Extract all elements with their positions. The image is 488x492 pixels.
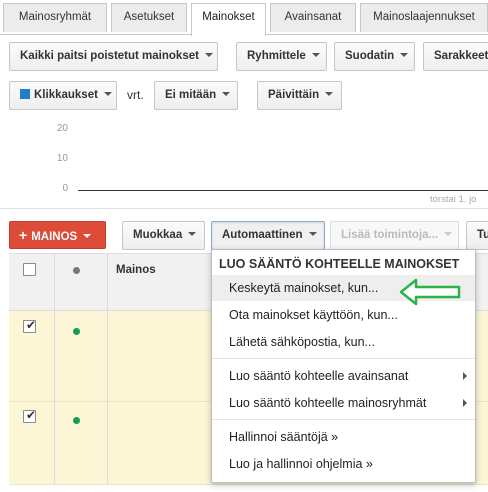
columns-label: Sarakkeet	[434, 50, 488, 62]
filter-label: Suodatin	[345, 50, 395, 62]
more-actions-dropdown[interactable]: Lisää toimintoja...	[330, 221, 459, 250]
row-checkbox[interactable]: ✔	[23, 408, 37, 423]
menu-divider	[212, 358, 475, 359]
versus-label: vrt.	[127, 88, 144, 102]
tab-ad-groups[interactable]: Mainosryhmät	[3, 3, 107, 32]
add-ad-label: MAINOS	[31, 231, 78, 243]
chevron-down-icon	[308, 231, 317, 236]
metric1-label: Klikkaukset	[34, 89, 98, 101]
column-divider	[107, 253, 108, 485]
tab-bar: Mainosryhmät Asetukset Mainokset Avainsa…	[0, 0, 488, 36]
metric2-dropdown[interactable]: Ei mitään	[154, 81, 238, 110]
series-line	[78, 190, 488, 191]
chevron-down-icon	[103, 91, 112, 96]
add-ad-button[interactable]: + MAINOS	[9, 221, 106, 249]
partial-toolbar-button[interactable]: Tu	[466, 221, 488, 250]
status-header-dot-icon	[73, 267, 80, 274]
annotation-arrow-icon	[399, 278, 461, 306]
chevron-right-icon	[463, 372, 467, 380]
edit-dropdown[interactable]: Muokkaa	[122, 221, 205, 250]
y-tick-label: 20	[56, 123, 68, 134]
status-enabled-dot-icon	[73, 328, 80, 335]
menu-header: LUO SÄÄNTÖ KOHTEELLE MAINOKSET	[219, 257, 460, 271]
chevron-down-icon	[188, 231, 197, 236]
divider	[0, 208, 488, 209]
column-header-ad[interactable]: Mainos	[116, 264, 156, 276]
status-enabled-dot-icon	[73, 417, 80, 424]
menu-item-label: Luo sääntö kohteelle mainosryhmät	[229, 396, 427, 410]
menu-item-keyword-rule[interactable]: Luo sääntö kohteelle avainsanat	[212, 363, 475, 389]
group-dropdown[interactable]: Ryhmittele	[236, 42, 327, 71]
menu-divider	[212, 419, 475, 420]
performance-chart: 20 10 0 torstai 1. jo	[0, 118, 488, 208]
column-divider	[54, 253, 55, 485]
metric1-dropdown[interactable]: Klikkaukset	[9, 81, 117, 110]
menu-item-manage-scripts[interactable]: Luo ja hallinnoi ohjelmia »	[212, 451, 475, 477]
chevron-down-icon	[325, 91, 334, 96]
tab-keywords[interactable]: Avainsanat	[270, 3, 356, 32]
select-all-checkbox[interactable]	[23, 263, 36, 276]
group-label: Ryhmittele	[247, 50, 306, 62]
ad-filter-dropdown[interactable]: Kaikki paitsi poistetut mainokset	[9, 42, 218, 71]
partial-button-label: Tu	[477, 229, 488, 241]
metric2-label: Ei mitään	[165, 89, 217, 101]
chevron-down-icon	[444, 231, 453, 236]
edit-label: Muokkaa	[133, 229, 183, 241]
automation-dropdown[interactable]: Automaattinen	[211, 221, 325, 250]
menu-item-adgroup-rule[interactable]: Luo sääntö kohteelle mainosryhmät	[212, 390, 475, 416]
chevron-down-icon	[400, 52, 409, 57]
chevron-down-icon	[204, 52, 213, 57]
more-actions-label: Lisää toimintoja...	[341, 229, 439, 241]
y-tick-label: 10	[56, 153, 68, 164]
x-tick-label: torstai 1. jo	[430, 194, 477, 205]
chevron-down-icon	[83, 233, 92, 238]
tab-ads[interactable]: Mainokset	[191, 3, 266, 36]
columns-dropdown[interactable]: Sarakkeet	[423, 42, 488, 71]
ad-filter-label: Kaikki paitsi poistetut mainokset	[20, 50, 199, 62]
tab-settings[interactable]: Asetukset	[111, 3, 187, 32]
series-color-swatch	[20, 88, 30, 99]
checkmark-icon: ✔	[26, 318, 37, 332]
chevron-right-icon	[463, 399, 467, 407]
chevron-down-icon	[311, 52, 320, 57]
period-label: Päivittäin	[268, 89, 320, 101]
row-checkbox[interactable]: ✔	[23, 318, 37, 333]
checkmark-icon: ✔	[26, 408, 37, 422]
automation-label: Automaattinen	[222, 229, 303, 241]
period-dropdown[interactable]: Päivittäin	[257, 81, 342, 110]
plus-icon: +	[19, 227, 28, 243]
filter-dropdown[interactable]: Suodatin	[334, 42, 415, 71]
menu-item-label: Luo sääntö kohteelle avainsanat	[229, 369, 409, 383]
chevron-down-icon	[222, 91, 231, 96]
menu-item-manage-rules[interactable]: Hallinnoi sääntöjä »	[212, 424, 475, 450]
y-tick-label: 0	[62, 183, 68, 194]
tab-ad-extensions[interactable]: Mainoslaajennukset	[360, 3, 488, 32]
menu-item-send-email[interactable]: Lähetä sähköpostia, kun...	[212, 329, 475, 355]
